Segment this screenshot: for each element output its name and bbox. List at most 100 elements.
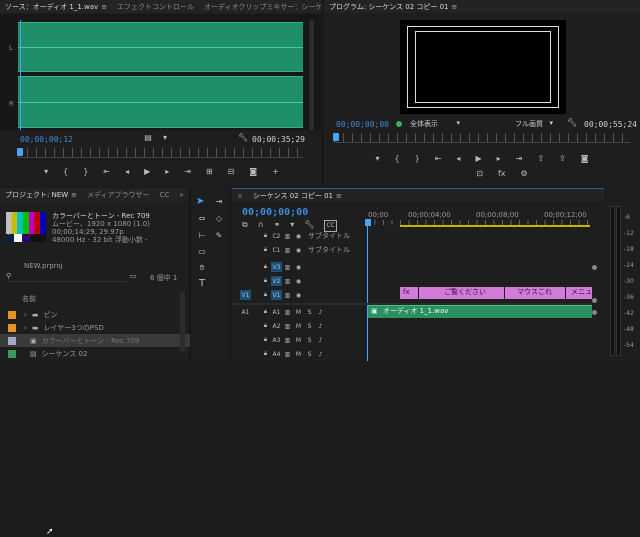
mute-icon[interactable]: M bbox=[293, 335, 304, 345]
more-tabs-icon[interactable]: » bbox=[174, 188, 188, 201]
list-item[interactable]: ▤ シーケンス 02 bbox=[0, 347, 190, 360]
tab-program[interactable]: プログラム: シーケンス 02 コピー 01 ≡ bbox=[324, 0, 462, 13]
mark-out-bracket-icon[interactable]: } bbox=[83, 167, 88, 181]
chevron-right-icon[interactable]: › bbox=[24, 324, 27, 332]
mute-icon[interactable]: M bbox=[293, 307, 304, 317]
video-clip-fx[interactable]: fx bbox=[400, 287, 418, 299]
timeline-menu-icon[interactable]: ≡ bbox=[336, 192, 342, 200]
mark-in-bracket-icon[interactable]: { bbox=[395, 154, 400, 166]
program-timecode[interactable]: 00;00;00;00 bbox=[336, 120, 389, 129]
sync-icon[interactable]: ▥ bbox=[282, 335, 293, 345]
lock-icon[interactable]: 🔒︎ bbox=[260, 262, 271, 272]
source-time-ruler[interactable] bbox=[18, 148, 303, 158]
dropdown-icon[interactable]: ▾ bbox=[160, 133, 170, 143]
extract-icon[interactable]: ⇪ bbox=[559, 154, 566, 166]
tab-audio-clip-mixer[interactable]: オーディオクリップミキサー：シーケンス bbox=[199, 0, 322, 13]
source-timecode-in[interactable]: 00;00;00;12 bbox=[20, 135, 73, 144]
track-id[interactable]: A4 bbox=[271, 349, 282, 359]
mute-icon[interactable]: M bbox=[293, 349, 304, 359]
mic-icon[interactable]: ♪ bbox=[315, 307, 326, 317]
list-item[interactable]: › ▬ レイヤー3つのPSD bbox=[0, 321, 190, 334]
sync-icon[interactable]: ▥ bbox=[282, 307, 293, 317]
wrench-icon[interactable]: 🔧︎ bbox=[238, 133, 248, 143]
program-viewer[interactable] bbox=[400, 20, 566, 114]
list-item-selected[interactable]: ▣ カラーバーとトーン - Rec 709 bbox=[0, 334, 190, 347]
tab-cc[interactable]: CC bbox=[155, 188, 175, 201]
wrench-icon[interactable]: 🔧︎ bbox=[567, 118, 577, 128]
timeline-vscroll-handle-2[interactable] bbox=[592, 298, 597, 303]
tab-project[interactable]: プロジェクト: NEW ≡ bbox=[0, 188, 82, 201]
eye-icon[interactable]: ◉ bbox=[293, 245, 304, 255]
waveform-area[interactable]: L R bbox=[0, 14, 323, 130]
video-clip[interactable]: メニュ bbox=[566, 287, 592, 299]
solo-icon[interactable]: S bbox=[304, 307, 315, 317]
track-id[interactable]: A2 bbox=[271, 321, 282, 331]
lock-icon[interactable]: 🔒︎ bbox=[260, 321, 271, 331]
program-menu-icon[interactable]: ≡ bbox=[452, 3, 458, 11]
source-patch-v1[interactable]: V1 bbox=[240, 290, 251, 300]
eye-icon[interactable]: ◉ bbox=[293, 290, 304, 300]
trim-icon[interactable]: ⊡ bbox=[476, 169, 483, 181]
video-clip[interactable]: ご覧ください bbox=[419, 287, 504, 299]
sync-icon[interactable]: ▥ bbox=[282, 349, 293, 359]
sync-icon[interactable]: ▥ bbox=[282, 276, 293, 286]
tab-media-browser[interactable]: メディアブラウザー bbox=[82, 188, 155, 201]
mic-icon[interactable]: ♪ bbox=[315, 349, 326, 359]
lock-icon[interactable]: 🔒︎ bbox=[260, 290, 271, 300]
rectangle-tool[interactable]: ▭ bbox=[196, 247, 208, 257]
eye-icon[interactable]: ◉ bbox=[293, 231, 304, 241]
select-tool[interactable]: ➤ bbox=[196, 196, 208, 208]
step-back-icon[interactable]: ◂ bbox=[456, 154, 460, 166]
mark-in-bracket-icon[interactable]: { bbox=[63, 167, 68, 181]
track-id[interactable]: V1 bbox=[271, 290, 282, 300]
sync-icon[interactable]: ▥ bbox=[282, 245, 293, 255]
new-bin-from-search-icon[interactable]: ▭ bbox=[128, 271, 138, 281]
tab-timeline[interactable]: シーケンス 02 コピー 01 ≡ bbox=[248, 189, 347, 202]
step-back-icon[interactable]: ◂ bbox=[125, 167, 129, 181]
sync-icon[interactable]: ▥ bbox=[282, 290, 293, 300]
mark-in-icon[interactable]: ▾ bbox=[376, 154, 380, 166]
insert-icon[interactable]: ⊞ bbox=[206, 167, 213, 181]
tab-source[interactable]: ソース：オーディオ 1_1.wav ≡ bbox=[0, 0, 112, 13]
track-id[interactable]: V2 bbox=[271, 276, 282, 286]
track-id[interactable]: A1 bbox=[271, 307, 282, 317]
lock-icon[interactable]: 🔒︎ bbox=[260, 276, 271, 286]
type-tool[interactable]: T bbox=[196, 279, 208, 289]
lock-icon[interactable]: 🔒︎ bbox=[260, 335, 271, 345]
hand-tool[interactable]: ✋︎ bbox=[196, 263, 208, 273]
tab-effect-controls[interactable]: エフェクトコントロール bbox=[112, 0, 199, 13]
lock-icon[interactable]: 🔒︎ bbox=[260, 231, 271, 241]
pen-tool[interactable]: ✎ bbox=[213, 231, 225, 241]
mic-icon[interactable]: ♪ bbox=[315, 321, 326, 331]
play-icon[interactable]: ▶ bbox=[475, 154, 481, 166]
project-scrollbar[interactable] bbox=[180, 292, 185, 352]
go-to-in-icon[interactable]: ⇤ bbox=[435, 154, 442, 166]
panel-menu-icon[interactable]: ≡ bbox=[101, 3, 107, 11]
audio-clip[interactable]: ▣ オーディオ 1_1.wav bbox=[368, 305, 592, 318]
settings-icon[interactable]: ⚙ bbox=[521, 169, 528, 181]
fx-icon[interactable]: fx bbox=[498, 169, 506, 181]
eye-icon[interactable]: ◉ bbox=[293, 276, 304, 286]
track-id[interactable]: A3 bbox=[271, 335, 282, 345]
source-patch-a1[interactable]: A1 bbox=[240, 307, 251, 317]
timeline-timecode[interactable]: 00;00;00;00 bbox=[242, 207, 308, 218]
playhead-marker[interactable] bbox=[365, 219, 371, 226]
step-forward-icon[interactable]: ▸ bbox=[165, 167, 169, 181]
view-select[interactable]: 全体表示 ▾ bbox=[410, 119, 460, 129]
play-preview-icon[interactable]: ▶ bbox=[8, 228, 13, 238]
video-clip[interactable]: マウスこれ bbox=[505, 287, 565, 299]
solo-icon[interactable]: S bbox=[304, 321, 315, 331]
sync-icon[interactable]: ▥ bbox=[282, 321, 293, 331]
export-frame-icon[interactable]: ◙ bbox=[249, 167, 257, 181]
close-icon[interactable]: × bbox=[232, 189, 248, 202]
column-header-name[interactable]: 名前 bbox=[22, 294, 36, 304]
go-to-out-icon[interactable]: ⇥ bbox=[516, 154, 523, 166]
program-playhead-handle[interactable] bbox=[333, 133, 339, 141]
step-forward-icon[interactable]: ▸ bbox=[497, 154, 501, 166]
go-to-in-icon[interactable]: ⇤ bbox=[103, 167, 110, 181]
waveform-playhead[interactable] bbox=[20, 20, 21, 130]
mark-in-icon[interactable]: ▾ bbox=[44, 167, 48, 181]
mic-icon[interactable]: ♪ bbox=[315, 335, 326, 345]
sync-icon[interactable]: ▥ bbox=[282, 262, 293, 272]
track-id[interactable]: V3 bbox=[271, 262, 282, 272]
